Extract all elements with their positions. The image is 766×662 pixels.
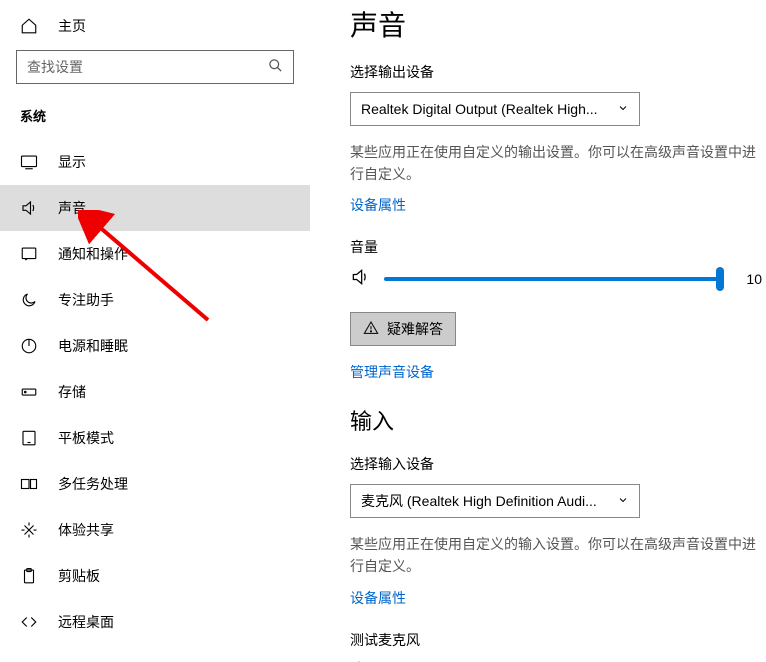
sidebar-item-label: 声音 [58, 198, 86, 218]
chevron-down-icon [617, 101, 629, 117]
volume-value: 10 [742, 271, 762, 287]
sidebar-item-label: 多任务处理 [58, 474, 128, 494]
sidebar: 主页 系统 显示 声音 通知和操作 专注助手 [0, 0, 310, 662]
multitask-icon [20, 475, 38, 493]
sidebar-item-power[interactable]: 电源和睡眠 [0, 323, 310, 369]
input-device-properties-link[interactable]: 设备属性 [350, 588, 406, 608]
sidebar-item-label: 体验共享 [58, 520, 114, 540]
speaker-icon [350, 267, 370, 290]
sidebar-item-label: 剪贴板 [58, 566, 100, 586]
storage-icon [20, 383, 38, 401]
sidebar-item-display[interactable]: 显示 [0, 139, 310, 185]
sidebar-item-label: 通知和操作 [58, 244, 128, 264]
sidebar-item-label: 专注助手 [58, 290, 114, 310]
volume-slider[interactable] [384, 277, 720, 281]
input-device-select[interactable]: 麦克风 (Realtek High Definition Audi... [350, 484, 640, 518]
home-icon [20, 17, 38, 35]
sidebar-item-remote[interactable]: 远程桌面 [0, 599, 310, 645]
volume-label: 音量 [350, 237, 766, 257]
chevron-down-icon [617, 493, 629, 509]
main-pane: 声音 选择输出设备 Realtek Digital Output (Realte… [310, 0, 766, 662]
sidebar-item-label: 电源和睡眠 [58, 336, 128, 356]
tablet-icon [20, 429, 38, 447]
sidebar-item-label: 远程桌面 [58, 612, 114, 632]
input-note: 某些应用正在使用自定义的输入设置。你可以在高级声音设置中进行自定义。 [350, 534, 766, 577]
search-input[interactable] [27, 59, 268, 75]
output-note: 某些应用正在使用自定义的输出设置。你可以在高级声音设置中进行自定义。 [350, 142, 766, 185]
output-device-text: Realtek Digital Output (Realtek High... [361, 101, 609, 117]
sidebar-item-notifications[interactable]: 通知和操作 [0, 231, 310, 277]
share-icon [20, 521, 38, 539]
power-icon [20, 337, 38, 355]
sound-icon [20, 199, 38, 217]
sidebar-item-share[interactable]: 体验共享 [0, 507, 310, 553]
clipboard-icon [20, 567, 38, 585]
search-icon [268, 58, 283, 76]
home-nav[interactable]: 主页 [0, 12, 310, 50]
display-icon [20, 153, 38, 171]
volume-slider-thumb[interactable] [716, 267, 724, 291]
sidebar-item-label: 平板模式 [58, 428, 114, 448]
sidebar-item-multitask[interactable]: 多任务处理 [0, 461, 310, 507]
input-choose-label: 选择输入设备 [350, 454, 766, 474]
sidebar-item-sound[interactable]: 声音 [0, 185, 310, 231]
moon-icon [20, 291, 38, 309]
output-choose-label: 选择输出设备 [350, 62, 766, 82]
sidebar-item-label: 显示 [58, 152, 86, 172]
sidebar-item-label: 存储 [58, 382, 86, 402]
input-device-text: 麦克风 (Realtek High Definition Audi... [361, 491, 609, 511]
warning-icon [363, 320, 379, 339]
troubleshoot-label: 疑难解答 [387, 319, 443, 339]
output-device-select[interactable]: Realtek Digital Output (Realtek High... [350, 92, 640, 126]
page-title: 声音 [350, 4, 766, 44]
sidebar-item-focus[interactable]: 专注助手 [0, 277, 310, 323]
output-device-properties-link[interactable]: 设备属性 [350, 195, 406, 215]
home-label: 主页 [58, 16, 86, 36]
search-box[interactable] [16, 50, 294, 84]
notifications-icon [20, 245, 38, 263]
output-troubleshoot-button[interactable]: 疑难解答 [350, 312, 456, 346]
input-section-header: 输入 [350, 404, 766, 436]
manage-sound-devices-link[interactable]: 管理声音设备 [350, 362, 434, 382]
section-title: 系统 [0, 102, 310, 139]
sidebar-item-tablet[interactable]: 平板模式 [0, 415, 310, 461]
sidebar-item-clipboard[interactable]: 剪贴板 [0, 553, 310, 599]
volume-row: 10 [350, 267, 766, 290]
search-wrap [0, 50, 310, 102]
test-mic-label: 测试麦克风 [350, 630, 766, 650]
remote-icon [20, 613, 38, 631]
sidebar-item-storage[interactable]: 存储 [0, 369, 310, 415]
